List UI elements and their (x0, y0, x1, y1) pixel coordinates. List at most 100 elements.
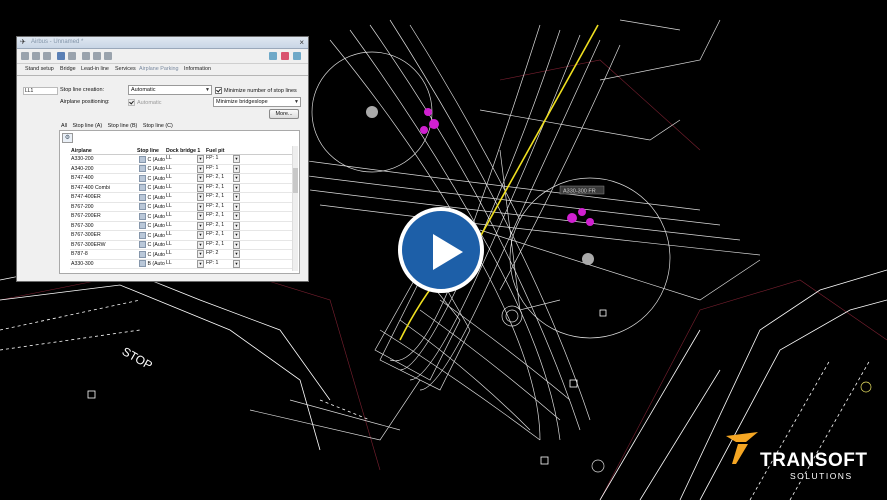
fuel-pit-cell[interactable]: FP: 2, 1 ▼ (205, 173, 241, 184)
dock-bridge-cell[interactable]: LL ▼ (165, 192, 205, 203)
airplane-cell[interactable]: B767-200ER (70, 211, 136, 222)
col-dock-bridge[interactable]: Dock bridge 1 (165, 147, 205, 155)
table-row[interactable]: A330-300 B (Auto) LL ▼ FP: 1 ▼ (70, 259, 292, 269)
airplane-icon[interactable] (139, 212, 146, 220)
chevron-down-icon[interactable]: ▼ (197, 193, 204, 202)
stop-line-cell[interactable]: C (Auto) (136, 249, 165, 260)
chevron-down-icon[interactable]: ▼ (233, 155, 240, 164)
dock-bridge-cell[interactable]: LL ▼ (165, 249, 205, 260)
col-fuel-pit[interactable]: Fuel pit (205, 147, 241, 155)
stop-line-cell[interactable]: C (Auto) (136, 183, 165, 193)
airplane-icon[interactable] (139, 241, 146, 249)
subtab-stop-line-b[interactable]: Stop line (B) (108, 123, 138, 129)
chevron-down-icon[interactable]: ▼ (197, 259, 204, 268)
table-row[interactable]: B767-300ERW C (Auto) LL ▼ FP: 2, 1 ▼ (70, 240, 292, 250)
table-row[interactable]: B767-200ER C (Auto) LL ▼ FP: 2, 1 ▼ (70, 211, 292, 222)
airplane-cell[interactable]: A330-300 (70, 259, 136, 269)
chevron-down-icon[interactable]: ▼ (197, 221, 204, 230)
scrollbar-thumb[interactable] (293, 168, 298, 193)
col-airplane[interactable]: Airplane (70, 147, 136, 155)
settings-icon[interactable] (82, 52, 90, 60)
stop-line-cell[interactable]: B (Auto) (136, 259, 165, 269)
chevron-down-icon[interactable]: ▼ (197, 212, 204, 221)
chevron-down-icon[interactable]: ▼ (233, 164, 240, 173)
airplane-icon[interactable] (139, 260, 146, 268)
dock-bridge-cell[interactable]: LL ▼ (165, 221, 205, 231)
stop-line-cell[interactable]: C (Auto) (136, 221, 165, 231)
positioning-select[interactable]: Minimize bridgeslope ▼ (213, 97, 301, 107)
minimize-stop-lines-checkbox[interactable] (215, 87, 222, 94)
fuel-pit-cell[interactable]: FP: 1 ▼ (205, 164, 241, 174)
report-icon[interactable] (281, 52, 289, 60)
airplane-icon[interactable] (139, 250, 146, 258)
chevron-down-icon[interactable]: ▼ (197, 183, 204, 192)
layout-icon[interactable] (293, 52, 301, 60)
airplane-parking-dialog[interactable]: ✈ Airbus - Unnamed * × Stand setup Bridg… (16, 36, 309, 282)
chevron-down-icon[interactable]: ▼ (233, 212, 240, 221)
subtab-stop-line-a[interactable]: Stop line (A) (73, 123, 103, 129)
airplane-cell[interactable]: A330-200 (70, 154, 136, 165)
tab-services[interactable]: Services (115, 66, 136, 72)
dock-bridge-cell[interactable]: LL ▼ (165, 154, 205, 165)
dock-bridge-cell[interactable]: LL ▼ (165, 202, 205, 212)
chevron-down-icon[interactable]: ▼ (233, 174, 240, 183)
fuel-pit-cell[interactable]: FP: 2, 1 ▼ (205, 183, 241, 193)
more-button[interactable]: More... (269, 109, 299, 119)
airplane-icon[interactable] (139, 203, 146, 211)
airplane-cell[interactable]: B747-400 (70, 173, 136, 184)
open-icon[interactable] (32, 52, 40, 60)
fuel-pit-cell[interactable]: FP: 1 ▼ (205, 154, 241, 165)
table-row[interactable]: B747-400 C (Auto) LL ▼ FP: 2, 1 ▼ (70, 173, 292, 184)
dialog-titlebar[interactable]: ✈ Airbus - Unnamed * × (17, 37, 308, 49)
stop-line-creation-select[interactable]: Automatic ▼ (128, 85, 212, 95)
table-row[interactable]: B767-300ER C (Auto) LL ▼ FP: 2, 1 ▼ (70, 230, 292, 241)
stop-line-cell[interactable]: C (Auto) (136, 211, 165, 222)
tab-airplane-parking[interactable]: Airplane Parking (139, 66, 179, 72)
chevron-down-icon[interactable]: ▼ (233, 240, 240, 249)
airplane-icon[interactable] (139, 231, 146, 239)
undo-icon[interactable] (43, 52, 51, 60)
chevron-down-icon[interactable]: ▼ (233, 202, 240, 211)
airplane-icon[interactable] (139, 222, 146, 230)
fuel-pit-cell[interactable]: FP: 2, 1 ▼ (205, 202, 241, 212)
chevron-down-icon[interactable]: ▼ (233, 231, 240, 240)
airplane-cell[interactable]: A340-200 (70, 164, 136, 174)
airplane-icon[interactable] (139, 193, 146, 201)
chevron-down-icon[interactable]: ▼ (233, 259, 240, 268)
fuel-pit-cell[interactable]: FP: 2, 1 ▼ (205, 221, 241, 231)
stop-line-cell[interactable]: C (Auto) (136, 192, 165, 203)
new-icon[interactable] (21, 52, 29, 60)
stand-list-item[interactable]: LL1 (23, 87, 58, 95)
stop-line-cell[interactable]: C (Auto) (136, 230, 165, 241)
tools-icon[interactable] (93, 52, 101, 60)
close-icon[interactable]: × (299, 38, 304, 47)
save-icon[interactable] (57, 52, 65, 60)
chevron-down-icon[interactable]: ▼ (197, 174, 204, 183)
chevron-down-icon[interactable]: ▼ (197, 164, 204, 173)
chevron-down-icon[interactable]: ▼ (197, 250, 204, 259)
stop-line-cell[interactable]: C (Auto) (136, 173, 165, 184)
tab-bridge[interactable]: Bridge (60, 66, 76, 72)
stop-line-cell[interactable]: C (Auto) (136, 202, 165, 212)
dock-bridge-cell[interactable]: LL ▼ (165, 230, 205, 241)
tab-stand-setup[interactable]: Stand setup (25, 66, 54, 72)
fuel-pit-cell[interactable]: FP: 2, 1 ▼ (205, 211, 241, 222)
airplane-icon[interactable] (139, 165, 146, 173)
table-row[interactable]: B767-300 C (Auto) LL ▼ FP: 2, 1 ▼ (70, 221, 292, 231)
stop-line-cell[interactable]: C (Auto) (136, 154, 165, 165)
table-row[interactable]: B747-400ER C (Auto) LL ▼ FP: 2, 1 ▼ (70, 192, 292, 203)
minimize-stop-lines-option[interactable]: Minimize number of stop lines (215, 87, 297, 94)
stop-line-cell[interactable]: C (Auto) (136, 164, 165, 174)
dock-bridge-cell[interactable]: LL ▼ (165, 259, 205, 269)
airplane-cell[interactable]: B747-400 Combi (70, 183, 136, 193)
copy-icon[interactable] (68, 52, 76, 60)
col-stop-line[interactable]: Stop line (136, 147, 165, 155)
airplane-icon[interactable] (139, 184, 146, 192)
airplane-icon[interactable] (139, 155, 146, 163)
dock-bridge-cell[interactable]: LL ▼ (165, 183, 205, 193)
chevron-down-icon[interactable]: ▼ (233, 183, 240, 192)
dock-bridge-cell[interactable]: LL ▼ (165, 211, 205, 222)
fuel-pit-cell[interactable]: FP: 2, 1 ▼ (205, 192, 241, 203)
chevron-down-icon[interactable]: ▼ (197, 231, 204, 240)
airplane-cell[interactable]: B767-300 (70, 221, 136, 231)
